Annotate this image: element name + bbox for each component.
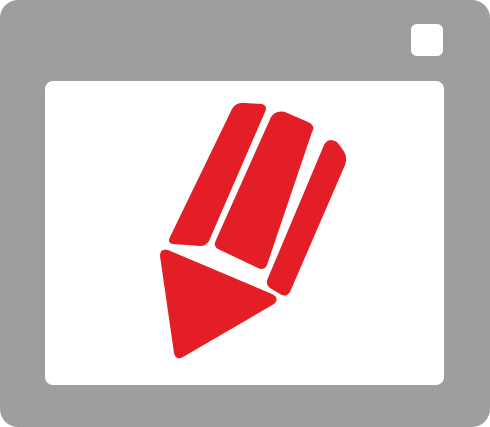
window-content-area [45,81,444,385]
window-control-button[interactable] [411,24,443,56]
window-frame [0,0,490,427]
